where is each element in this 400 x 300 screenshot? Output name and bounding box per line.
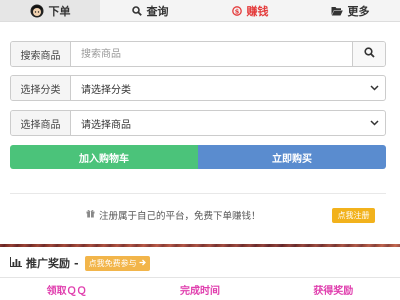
top-tab-bar: 下单 查询 $ 赚钱 更多 [0, 0, 400, 22]
search-icon [131, 5, 142, 16]
tab-query-label: 查询 [146, 4, 169, 18]
add-to-cart-button[interactable]: 加入购物车 [10, 145, 198, 169]
category-select[interactable]: 请选择分类 [71, 76, 385, 100]
tab-more-label: 更多 [347, 4, 370, 18]
promo-separator: - [74, 256, 79, 270]
avatar-icon [30, 4, 44, 18]
chevron-down-icon [370, 83, 379, 94]
product-select[interactable]: 请选择商品 [71, 111, 385, 135]
promo-title: 推广奖励 [26, 257, 70, 270]
search-label: 搜索商品 [11, 42, 71, 66]
tab-order[interactable]: 下单 [0, 0, 100, 21]
tab-earn[interactable]: $ 赚钱 [200, 0, 300, 21]
category-row: 选择分类 请选择分类 [10, 75, 386, 101]
product-row: 选择商品 请选择商品 [10, 110, 386, 136]
promo-tab-get-qq[interactable]: 领取ＱＱ [0, 278, 133, 300]
buy-now-button[interactable]: 立即购买 [198, 145, 386, 169]
register-button[interactable]: 点我注册 [332, 208, 375, 223]
divider [10, 193, 386, 194]
search-icon [363, 47, 375, 61]
search-row: 搜索商品 [10, 41, 386, 67]
tab-order-label: 下单 [48, 4, 71, 18]
arrow-right-icon [139, 259, 146, 268]
promo-tabs: 领取ＱＱ 完成时间 获得奖励 [0, 278, 400, 300]
search-button[interactable] [352, 42, 385, 66]
promo-tab-reward[interactable]: 获得奖励 [267, 278, 400, 300]
coin-icon: $ [231, 5, 242, 16]
svg-text:$: $ [234, 7, 239, 15]
tab-query[interactable]: 查询 [100, 0, 200, 21]
tab-more[interactable]: 更多 [300, 0, 400, 21]
promo-header: 推广奖励 - 点我免费参与 [10, 255, 150, 271]
search-input[interactable] [71, 42, 352, 66]
category-label: 选择分类 [11, 76, 71, 100]
tab-earn-label: 赚钱 [246, 4, 269, 18]
gift-icon [86, 209, 95, 221]
promo-tab-finish-time[interactable]: 完成时间 [133, 278, 266, 300]
order-card: 搜索商品 选择分类 请选择分类 选择商品 请选择商品 [0, 22, 400, 244]
promo-section: 推广奖励 - 点我免费参与 领取ＱＱ 完成时间 获得奖励 [0, 247, 400, 300]
category-select-value: 请选择分类 [81, 84, 131, 96]
product-select-value: 请选择商品 [81, 119, 131, 131]
register-prompt: 注册属于自己的平台，免费下单赚钱！ [86, 208, 261, 222]
join-free-label: 点我免费参与 [88, 258, 137, 268]
action-buttons: 加入购物车 立即购买 [10, 145, 386, 169]
join-free-button[interactable]: 点我免费参与 [84, 255, 150, 271]
bar-chart-icon [10, 256, 22, 270]
folder-open-icon [331, 6, 343, 16]
register-text: 注册属于自己的平台，免费下单赚钱！ [99, 211, 261, 222]
chevron-down-icon [370, 118, 379, 129]
product-label: 选择商品 [11, 111, 71, 135]
